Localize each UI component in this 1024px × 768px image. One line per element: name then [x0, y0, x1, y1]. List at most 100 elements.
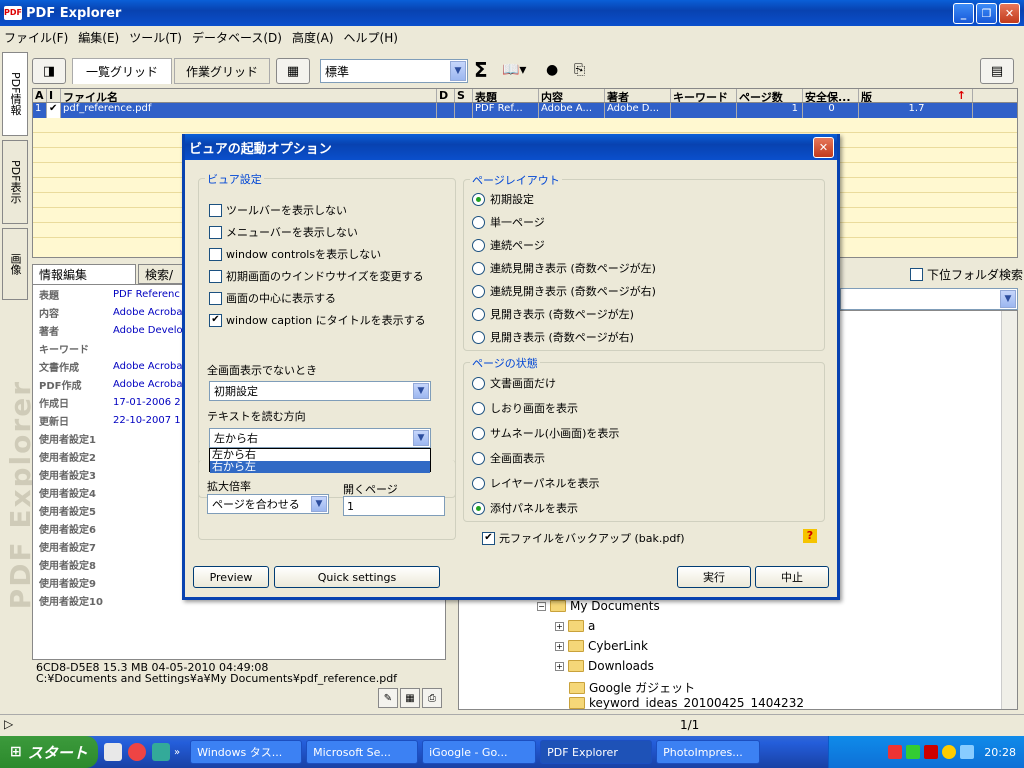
viewer-option[interactable]: 初期画面のウインドウサイズを変更する: [209, 268, 424, 284]
fullscreen-select[interactable]: 初期設定 ▼: [209, 381, 431, 401]
radio-button[interactable]: [472, 284, 485, 298]
info-value[interactable]: 22-10-2007 1: [113, 415, 181, 426]
side-tab-pdf-view[interactable]: PDF表示: [2, 140, 28, 224]
radio-button[interactable]: [472, 215, 485, 229]
layout-radio[interactable]: 連続見開き表示 (奇数ページが右): [472, 283, 656, 299]
option-checkbox[interactable]: [209, 247, 222, 261]
state-radio[interactable]: レイヤーパネルを表示: [472, 475, 600, 491]
show-desktop-icon[interactable]: [104, 743, 122, 761]
viewer-option[interactable]: ツールバーを表示しない: [209, 202, 347, 218]
subfolder-checkbox[interactable]: [910, 268, 923, 281]
info-value[interactable]: Adobe Acroba: [113, 361, 182, 372]
radio-button[interactable]: [472, 192, 485, 206]
grid-icon[interactable]: ▦: [400, 688, 420, 708]
col-filename[interactable]: ファイル名: [61, 89, 437, 102]
close-button[interactable]: ✕: [999, 3, 1020, 24]
info-value[interactable]: PDF Referenc: [113, 289, 180, 300]
tray-network-icon[interactable]: [942, 745, 957, 759]
state-radio[interactable]: 添付パネルを表示: [472, 500, 578, 516]
viewer-option[interactable]: メニューバーを表示しない: [209, 224, 358, 240]
option-checkbox[interactable]: [209, 225, 222, 239]
tab-list-grid[interactable]: 一覧グリッド: [72, 58, 172, 84]
folder-select[interactable]: ▼: [840, 288, 1018, 310]
col-version[interactable]: 版 ↑: [859, 89, 973, 102]
backup-option[interactable]: ✔ 元ファイルをバックアップ (bak.pdf): [482, 530, 685, 546]
info-value[interactable]: 17-01-2006 2: [113, 397, 181, 408]
layout-radio[interactable]: 初期設定: [472, 191, 534, 207]
layout-radio[interactable]: 見開き表示 (奇数ページが右): [472, 329, 634, 345]
tab-work-grid[interactable]: 作業グリッド: [174, 58, 270, 84]
save-icon[interactable]: ⎙: [422, 688, 442, 708]
chrome-icon[interactable]: [128, 743, 146, 761]
tree-item[interactable]: keyword_ideas_20100425_1404232: [569, 697, 804, 709]
option-checkbox[interactable]: ✔: [209, 313, 222, 327]
row-checkbox[interactable]: ✔: [47, 103, 61, 118]
layout-icon[interactable]: ▤: [980, 58, 1014, 84]
tab-info-edit[interactable]: 情報編集: [32, 264, 136, 284]
subfolder-search-option[interactable]: 下位フォルダ検索: [910, 266, 1023, 283]
col-keywords[interactable]: キーワード: [671, 89, 737, 102]
radio-button[interactable]: [472, 426, 485, 440]
task-pdf-explorer[interactable]: PDF Explorer: [540, 740, 653, 764]
run-button[interactable]: 実行: [677, 566, 751, 588]
tree-item[interactable]: Google ガジェット: [569, 679, 695, 696]
radio-button[interactable]: [472, 401, 485, 415]
tree-scrollbar[interactable]: [1001, 311, 1017, 709]
side-tab-image[interactable]: 画像: [2, 228, 28, 300]
col-author[interactable]: 著者: [605, 89, 671, 102]
ie-icon[interactable]: [152, 743, 170, 761]
menu-advanced[interactable]: 高度(A): [292, 29, 334, 46]
tray-h-icon[interactable]: [906, 745, 921, 759]
direction-select[interactable]: 左から右 ▼: [209, 428, 431, 448]
cancel-button[interactable]: 中止: [755, 566, 829, 588]
task-igoogle[interactable]: iGoogle - Go...: [422, 740, 537, 764]
quick-settings-button[interactable]: Quick settings: [274, 566, 440, 588]
info-value[interactable]: Adobe Develop: [113, 325, 189, 336]
export-icon[interactable]: ⎘: [574, 62, 585, 78]
col-d[interactable]: D: [437, 89, 455, 102]
globe-icon[interactable]: ●: [546, 62, 558, 78]
tree-item[interactable]: + CyberLink: [555, 639, 648, 653]
task-microsoft[interactable]: Microsoft Se...: [306, 740, 419, 764]
menu-edit[interactable]: 編集(E): [78, 29, 119, 46]
option-checkbox[interactable]: [209, 291, 222, 305]
side-tab-pdf-info[interactable]: PDF情報: [2, 52, 28, 136]
state-radio[interactable]: サムネール(小画面)を表示: [472, 425, 619, 441]
sum-icon[interactable]: Σ: [474, 58, 488, 82]
info-value[interactable]: Adobe Acroba: [113, 307, 182, 318]
expand-icon[interactable]: +: [555, 621, 564, 631]
radio-button[interactable]: [472, 451, 485, 465]
state-radio[interactable]: しおり画面を表示: [472, 400, 578, 416]
menu-database[interactable]: データベース(D): [192, 29, 282, 46]
col-content[interactable]: 内容: [539, 89, 605, 102]
open-page-input[interactable]: 1: [343, 496, 445, 516]
layout-radio[interactable]: 連続見開き表示 (奇数ページが左): [472, 260, 656, 276]
task-windows[interactable]: Windows タス...: [190, 740, 303, 764]
tray-volume-icon[interactable]: [960, 745, 975, 759]
tray-ati-icon[interactable]: [924, 745, 939, 759]
state-radio[interactable]: 全画面表示: [472, 450, 545, 466]
maximize-button[interactable]: ❐: [976, 3, 997, 24]
option-checkbox[interactable]: [209, 269, 222, 283]
help-icon[interactable]: ?: [803, 529, 817, 543]
state-radio[interactable]: 文書画面だけ: [472, 375, 556, 391]
start-button[interactable]: ⊞ スタート: [0, 736, 98, 768]
tray-app-icon[interactable]: [888, 745, 903, 759]
col-security[interactable]: 安全保...: [803, 89, 859, 102]
radio-button[interactable]: [472, 476, 485, 490]
radio-button[interactable]: [472, 330, 485, 344]
viewer-option[interactable]: window controlsを表示しない: [209, 246, 381, 262]
menu-help[interactable]: ヘルプ(H): [344, 29, 398, 46]
radio-button[interactable]: [472, 261, 485, 275]
col-a[interactable]: A: [33, 89, 47, 102]
info-value[interactable]: Adobe Acroba: [113, 379, 182, 390]
viewer-option[interactable]: ✔ window caption にタイトルを表示する: [209, 312, 426, 328]
radio-button[interactable]: [472, 376, 485, 390]
col-s[interactable]: S: [455, 89, 473, 102]
col-pages[interactable]: ページ数: [737, 89, 803, 102]
menu-tools[interactable]: ツール(T): [129, 29, 182, 46]
book-icon[interactable]: 📖▾: [502, 62, 526, 78]
col-i[interactable]: I: [47, 89, 61, 102]
preview-button[interactable]: Preview: [193, 566, 269, 588]
backup-checkbox[interactable]: ✔: [482, 531, 495, 545]
